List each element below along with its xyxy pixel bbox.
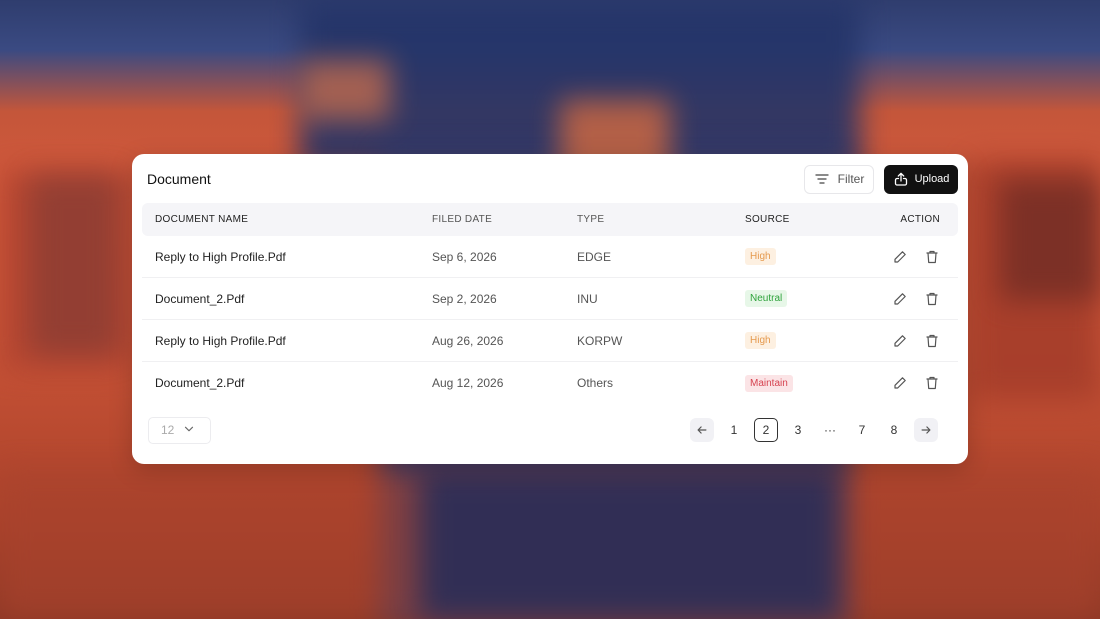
trash-icon[interactable] [924, 291, 940, 307]
card-title: Document [147, 171, 211, 187]
page-button-2[interactable]: 2 [754, 418, 778, 442]
table-row[interactable]: Reply to High Profile.Pdf Sep 6, 2026 ED… [142, 236, 958, 278]
page-button-7[interactable]: 7 [850, 418, 874, 442]
source-badge: High [745, 248, 776, 265]
filed-date: Aug 12, 2026 [432, 376, 504, 390]
header-type[interactable]: TYPE [577, 214, 745, 225]
filter-button[interactable]: Filter [804, 164, 874, 194]
source-badge: High [745, 332, 776, 349]
pencil-icon[interactable] [892, 291, 908, 307]
table-footer: 12 1 2 3 ··· 7 8 [148, 416, 938, 444]
page-button-8[interactable]: 8 [882, 418, 906, 442]
arrow-right-icon [918, 422, 934, 438]
arrow-left-icon [694, 422, 710, 438]
filter-lines-icon [814, 171, 830, 187]
header-document-name[interactable]: DOCUMENT NAME [142, 214, 432, 225]
document-name: Reply to High Profile.Pdf [155, 333, 286, 348]
page-size-select[interactable]: 12 [148, 416, 211, 444]
card-header: Document Filter Upload [147, 164, 958, 194]
document-card: Document Filter Upload DOCUMENT NAME FIL… [132, 154, 968, 464]
page-ellipsis: ··· [824, 423, 836, 437]
table-row[interactable]: Document_2.Pdf Aug 12, 2026 Others Maint… [142, 362, 958, 404]
trash-icon[interactable] [924, 333, 940, 349]
pencil-icon[interactable] [892, 375, 908, 391]
next-page-button[interactable] [914, 418, 938, 442]
source-badge: Neutral [745, 290, 788, 307]
document-type: KORPW [577, 333, 623, 348]
filed-date: Aug 26, 2026 [432, 333, 504, 348]
header-source[interactable]: SOURCE [745, 214, 865, 225]
source-badge: Maintain [745, 374, 793, 392]
page-size-value: 12 [161, 423, 175, 437]
header-action: ACTION [900, 214, 940, 225]
filed-date: Sep 6, 2026 [432, 249, 497, 264]
upload-icon [893, 171, 909, 187]
pencil-icon[interactable] [892, 249, 908, 265]
document-name: Reply to High Profile.Pdf [155, 249, 286, 264]
table-row[interactable]: Document_2.Pdf Sep 2, 2026 INU Neutral [142, 278, 958, 320]
trash-icon[interactable] [924, 249, 940, 265]
document-type: INU [577, 291, 598, 306]
pagination: 1 2 3 ··· 7 8 [690, 418, 938, 442]
filter-label: Filter [837, 172, 865, 186]
trash-icon[interactable] [924, 375, 940, 391]
upload-label: Upload [914, 173, 950, 185]
pencil-icon[interactable] [892, 333, 908, 349]
header-actions: Filter Upload [804, 164, 958, 194]
header-filed-date[interactable]: FILED DATE [432, 214, 577, 225]
document-type: Others [577, 376, 614, 390]
document-name: Document_2.Pdf [155, 376, 245, 390]
document-type: EDGE [577, 249, 612, 264]
page-button-1[interactable]: 1 [722, 418, 746, 442]
document-name: Document_2.Pdf [155, 291, 245, 306]
upload-button[interactable]: Upload [884, 164, 958, 194]
page-button-3[interactable]: 3 [786, 418, 810, 442]
prev-page-button[interactable] [690, 418, 714, 442]
filed-date: Sep 2, 2026 [432, 291, 497, 306]
table-header: DOCUMENT NAME FILED DATE TYPE SOURCE ACT… [142, 203, 958, 236]
chevron-down-icon [182, 422, 198, 438]
documents-table: DOCUMENT NAME FILED DATE TYPE SOURCE ACT… [142, 203, 958, 404]
table-row[interactable]: Reply to High Profile.Pdf Aug 26, 2026 K… [142, 320, 958, 362]
